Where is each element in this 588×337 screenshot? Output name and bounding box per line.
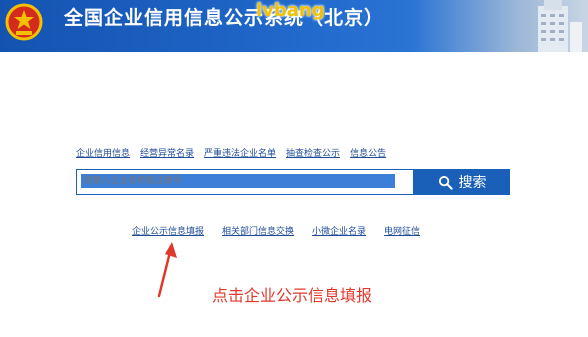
- search-icon: [438, 175, 453, 190]
- link-enterprise-report[interactable]: 企业公示信息填报: [132, 224, 204, 237]
- search-button-label: 搜索: [458, 175, 487, 191]
- watermark-text: lvbang: [256, 0, 325, 21]
- nav-tab-illegal-list[interactable]: 严重违法企业名单: [204, 146, 276, 160]
- nav-tab-abnormal-list[interactable]: 经营异常名录: [140, 146, 194, 160]
- nav-tab-inspection[interactable]: 抽查检查公示: [286, 146, 340, 160]
- link-dept-exchange[interactable]: 相关部门信息交换: [222, 224, 294, 237]
- search-input[interactable]: [81, 174, 395, 188]
- search-button[interactable]: 搜索: [414, 169, 510, 195]
- search-box: [76, 169, 414, 195]
- main-nav: 企业信用信息 经营异常名录 严重违法企业名单 抽查检查公示 信息公告: [76, 146, 386, 160]
- link-grid-credit[interactable]: 电网征信: [384, 224, 420, 237]
- nav-tab-announcement[interactable]: 信息公告: [350, 146, 386, 160]
- annotation-text: 点击企业公示信息填报: [212, 286, 373, 305]
- secondary-links: 企业公示信息填报 相关部门信息交换 小微企业名录 电网征信: [132, 224, 420, 237]
- building-image-icon: [538, 0, 582, 52]
- national-emblem-icon: [5, 3, 43, 41]
- site-title: 全国企业信用信息公示系统（北京）: [64, 7, 385, 29]
- red-arrow-icon: [157, 242, 177, 298]
- header-banner: 全国企业信用信息公示系统（北京） lvbang: [0, 0, 588, 52]
- link-micro-enterprise[interactable]: 小微企业名录: [312, 224, 366, 237]
- nav-tab-credit-info[interactable]: 企业信用信息: [76, 146, 130, 160]
